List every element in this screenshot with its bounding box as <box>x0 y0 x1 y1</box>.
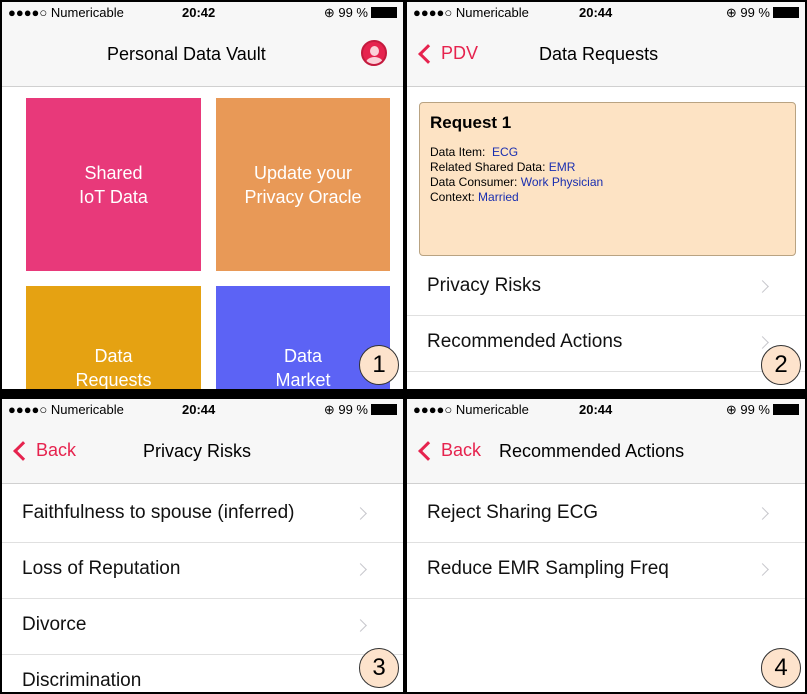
row-label: Reject Sharing ECG <box>427 502 599 523</box>
chevron-right-icon <box>354 507 367 520</box>
chevron-right-icon <box>756 336 769 349</box>
tile-label: Data Market <box>275 346 331 389</box>
row-label: Discrimination <box>22 670 142 691</box>
screen-data-requests: ●●●●○ Numericable 20:44 ⊕ 99 % PDV Data … <box>407 2 805 389</box>
nav-bar: PDV Data Requests <box>407 22 805 87</box>
row-action-reject-ecg[interactable]: Reject Sharing ECG <box>407 486 805 543</box>
chevron-left-icon <box>13 440 33 461</box>
battery-icon <box>371 7 397 18</box>
battery-percent: 99 % <box>740 402 770 417</box>
chevron-left-icon <box>418 43 438 64</box>
battery-percent: 99 % <box>338 5 368 20</box>
back-label: Back <box>441 440 482 460</box>
request-details: Data Item: ECG Related Shared Data: EMR … <box>430 145 603 205</box>
page-title: Personal Data Vault <box>107 44 266 64</box>
battery-percent: 99 % <box>338 402 368 417</box>
context-value: Married <box>478 190 519 204</box>
chevron-right-icon <box>354 563 367 576</box>
back-label: Back <box>36 440 77 460</box>
battery-percent: 99 % <box>740 5 770 20</box>
row-risk-reputation[interactable]: Loss of Reputation <box>2 542 403 599</box>
request-title: Request 1 <box>430 113 512 132</box>
chevron-right-icon <box>756 563 769 576</box>
screen-personal-data-vault: ●●●●○ Numericable 20:42 ⊕ 99 % Personal … <box>2 2 403 389</box>
status-bar: ●●●●○ Numericable 20:44 ⊕ 99 % <box>407 399 805 419</box>
profile-avatar-icon[interactable] <box>361 40 387 66</box>
data-item-label: Data Item: <box>430 145 486 159</box>
status-bar: ●●●●○ Numericable 20:44 ⊕ 99 % <box>2 399 403 419</box>
back-label: PDV <box>441 43 479 63</box>
data-item-value: ECG <box>492 145 519 159</box>
tile-label: Shared IoT Data <box>79 162 148 207</box>
battery-indicator: ⊕ 99 % <box>726 5 799 21</box>
page-title: Data Requests <box>539 44 659 64</box>
clock: 20:44 <box>579 5 613 20</box>
step-badge: 3 <box>359 648 399 688</box>
consumer-value: Work Physician <box>520 175 604 189</box>
clock: 20:42 <box>182 5 216 20</box>
screen-privacy-risks: ●●●●○ Numericable 20:44 ⊕ 99 % Back Priv… <box>2 399 403 692</box>
back-button[interactable]: Back <box>12 440 76 461</box>
step-badge: 4 <box>761 648 801 688</box>
context-label: Context: <box>430 190 475 204</box>
carrier-label: ●●●●○ Numericable <box>413 402 529 417</box>
battery-indicator: ⊕ 99 % <box>324 5 397 21</box>
battery-indicator: ⊕ 99 % <box>324 402 397 418</box>
step-badge: 1 <box>359 345 399 385</box>
chevron-right-icon <box>756 280 769 293</box>
row-recommended-actions[interactable]: Recommended Actions <box>407 315 805 372</box>
related-value: EMR <box>548 160 576 174</box>
nav-bar: Back Privacy Risks <box>2 419 403 484</box>
chevron-right-icon <box>354 619 367 632</box>
tile-update-privacy-oracle[interactable]: Update your Privacy Oracle <box>216 98 390 271</box>
carrier-label: ●●●●○ Numericable <box>413 5 529 20</box>
row-label: Divorce <box>22 614 87 635</box>
battery-icon <box>773 404 799 415</box>
nav-bar: Back Recommended Actions <box>407 419 805 484</box>
chevron-left-icon <box>418 440 438 461</box>
row-privacy-risks[interactable]: Privacy Risks <box>407 259 805 316</box>
carrier-label: ●●●●○ Numericable <box>8 402 124 417</box>
row-risk-divorce[interactable]: Divorce <box>2 598 403 655</box>
row-label: Reduce EMR Sampling Freq <box>427 558 669 579</box>
step-badge: 2 <box>761 345 801 385</box>
row-label: Privacy Risks <box>427 275 542 296</box>
chevron-right-icon <box>756 507 769 520</box>
tile-shared-iot-data[interactable]: Shared IoT Data <box>26 98 201 271</box>
clock: 20:44 <box>182 402 216 417</box>
row-action-reduce-emr[interactable]: Reduce EMR Sampling Freq <box>407 542 805 599</box>
related-label: Related Shared Data: <box>430 160 546 174</box>
status-bar: ●●●●○ Numericable 20:42 ⊕ 99 % <box>2 2 403 22</box>
battery-icon <box>773 7 799 18</box>
carrier-label: ●●●●○ Numericable <box>8 5 124 20</box>
battery-icon <box>371 404 397 415</box>
tile-data-requests[interactable]: Data Requests <box>26 286 201 389</box>
battery-indicator: ⊕ 99 % <box>726 402 799 418</box>
nav-bar: Personal Data Vault <box>2 22 403 87</box>
page-title: Recommended Actions <box>499 441 685 461</box>
page-title: Privacy Risks <box>143 441 252 461</box>
row-risk-discrimination[interactable]: Discrimination <box>2 654 403 692</box>
row-label: Recommended Actions <box>427 331 623 352</box>
tile-label: Data Requests <box>75 346 152 389</box>
row-label: Loss of Reputation <box>22 558 181 579</box>
row-label: Faithfulness to spouse (inferred) <box>22 502 295 523</box>
screen-recommended-actions: ●●●●○ Numericable 20:44 ⊕ 99 % Back Reco… <box>407 399 805 692</box>
clock: 20:44 <box>579 402 613 417</box>
back-button[interactable]: Back <box>417 440 481 461</box>
request-card[interactable]: Request 1 Data Item: ECG Related Shared … <box>419 102 796 256</box>
status-bar: ●●●●○ Numericable 20:44 ⊕ 99 % <box>407 2 805 22</box>
tile-label: Update your Privacy Oracle <box>244 162 362 207</box>
back-button[interactable]: PDV <box>417 43 478 64</box>
consumer-label: Data Consumer: <box>430 175 518 189</box>
row-risk-faithfulness[interactable]: Faithfulness to spouse (inferred) <box>2 486 403 543</box>
